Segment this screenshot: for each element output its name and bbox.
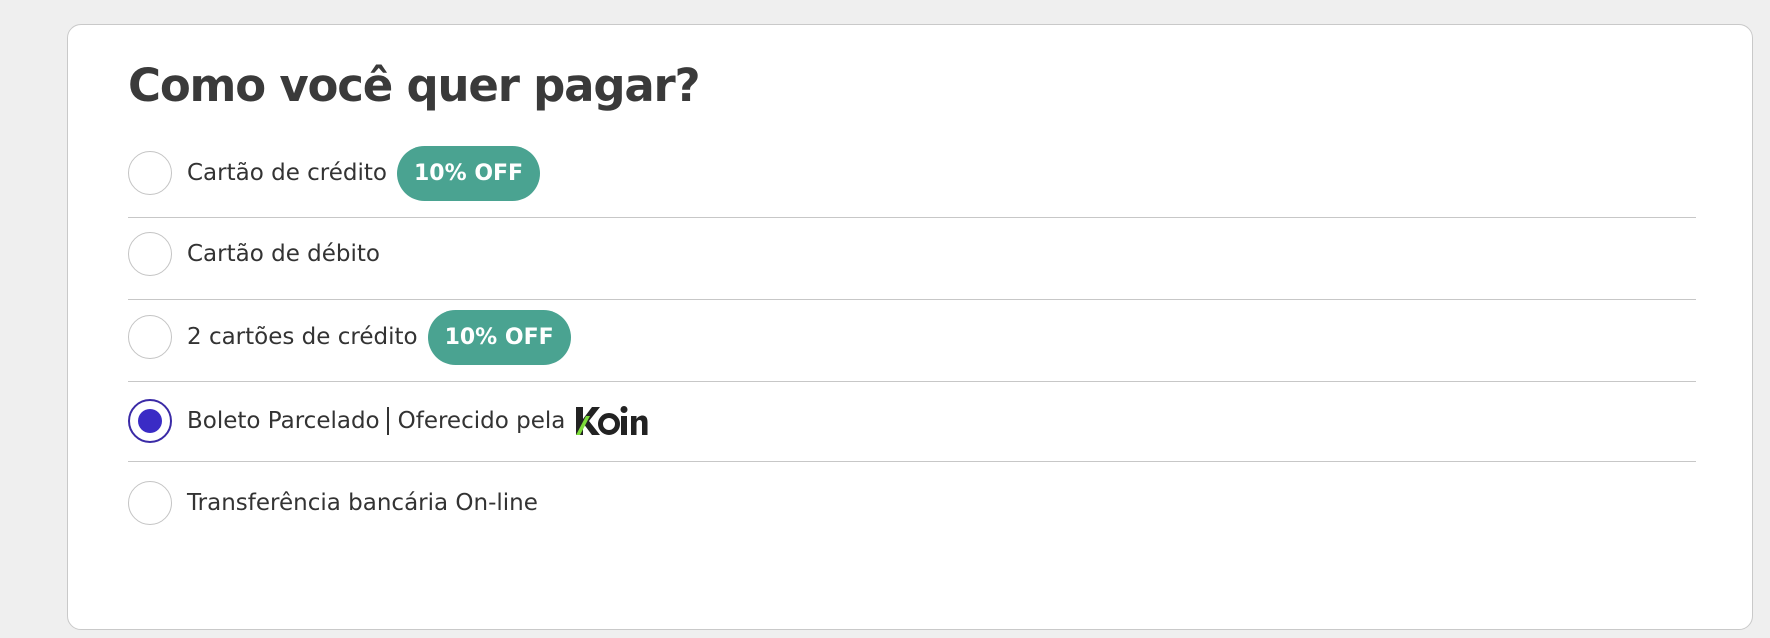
divider: [128, 381, 1696, 382]
discount-badge: 10% OFF: [427, 309, 571, 365]
payment-option-credit-card[interactable]: Cartão de crédito 10% OFF: [128, 145, 1696, 201]
divider: [128, 299, 1696, 300]
label-separator: [386, 407, 389, 435]
payment-option-label: Transferência bancária On-line: [187, 490, 538, 516]
koin-logo-mark: [576, 406, 648, 435]
payment-option-boleto-parcelado[interactable]: Boleto Parcelado Oferecido pela: [128, 399, 1696, 443]
radio-button-selected[interactable]: [128, 399, 172, 443]
payment-option-two-credit-cards[interactable]: 2 cartões de crédito 10% OFF: [128, 309, 1696, 365]
payment-method-card: Como você quer pagar? Cartão de crédito …: [67, 24, 1753, 630]
payment-option-label: Boleto Parcelado: [187, 408, 380, 434]
payment-option-debit-card[interactable]: Cartão de débito: [128, 232, 1696, 276]
page-title: Como você quer pagar?: [128, 59, 701, 112]
offered-by-text: Oferecido pela: [397, 408, 566, 434]
koin-logo: [574, 401, 648, 441]
radio-button[interactable]: [128, 315, 172, 359]
payment-option-label: 2 cartões de crédito: [187, 324, 418, 350]
divider: [128, 461, 1696, 462]
payment-option-bank-transfer[interactable]: Transferência bancária On-line: [128, 481, 1696, 525]
radio-dot: [138, 409, 162, 433]
radio-button[interactable]: [128, 232, 172, 276]
radio-button[interactable]: [128, 151, 172, 195]
payment-option-label: Cartão de débito: [187, 241, 380, 267]
radio-button[interactable]: [128, 481, 172, 525]
divider: [128, 217, 1696, 218]
discount-badge: 10% OFF: [397, 145, 541, 201]
payment-option-label-group: Boleto Parcelado Oferecido pela: [187, 401, 648, 441]
payment-option-label: Cartão de crédito: [187, 160, 387, 186]
